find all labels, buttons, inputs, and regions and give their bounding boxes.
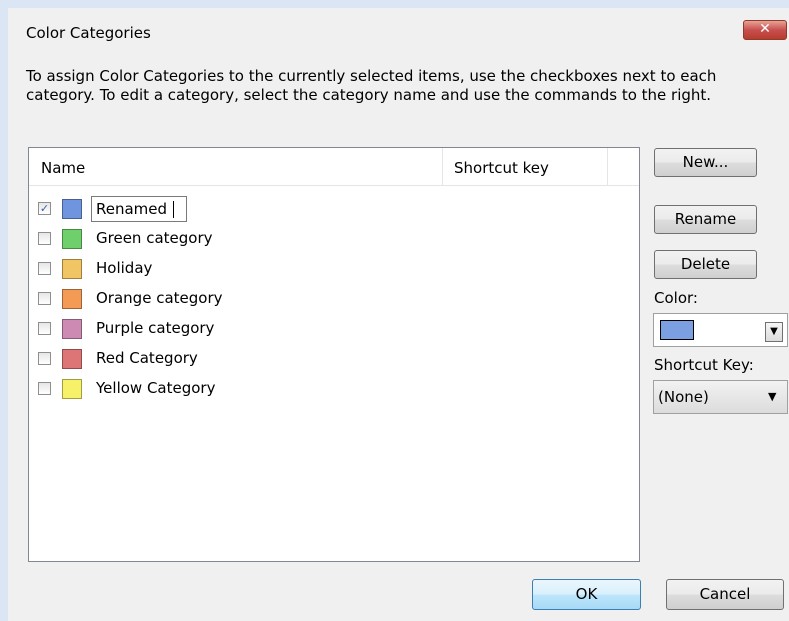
category-name: Orange category (96, 289, 223, 307)
title-bar: Color Categories ✕ (8, 8, 789, 58)
delete-button[interactable]: Delete (654, 250, 757, 279)
list-header: Name Shortcut key (29, 148, 639, 186)
category-row-orange[interactable]: Orange category (29, 284, 639, 314)
shortcut-key-select[interactable]: (None) ▼ (653, 380, 788, 414)
category-row-red[interactable]: Red Category (29, 344, 639, 374)
cancel-button[interactable]: Cancel (666, 579, 784, 610)
category-row-purple[interactable]: Purple category (29, 314, 639, 344)
category-checkbox[interactable] (38, 262, 51, 275)
chevron-down-icon: ▼ (770, 326, 778, 337)
dialog-title: Color Categories (26, 24, 151, 42)
color-swatch (62, 379, 82, 399)
text-caret (173, 201, 174, 218)
shortcut-key-label: Shortcut Key: (654, 356, 754, 374)
category-checkbox[interactable] (38, 322, 51, 335)
color-swatch (62, 349, 82, 369)
rename-input[interactable]: Renamed (91, 196, 187, 222)
color-swatch (62, 319, 82, 339)
color-swatch (62, 199, 82, 219)
selected-color-swatch (660, 320, 694, 340)
color-swatch (62, 289, 82, 309)
color-label: Color: (654, 289, 698, 307)
category-checkbox[interactable] (38, 382, 51, 395)
category-row-yellow[interactable]: Yellow Category (29, 374, 639, 404)
new-button[interactable]: New... (654, 148, 757, 177)
category-checkbox[interactable]: ✓ (38, 202, 51, 215)
color-picker[interactable]: ▼ (653, 313, 788, 347)
column-header-name[interactable]: Name (41, 159, 85, 177)
category-name: Yellow Category (96, 379, 216, 397)
color-dropdown-button[interactable]: ▼ (765, 322, 783, 342)
close-button[interactable]: ✕ (743, 20, 787, 40)
color-swatch (62, 229, 82, 249)
category-row-holiday[interactable]: Holiday (29, 254, 639, 284)
rename-input-value: Renamed (96, 200, 168, 218)
rename-button[interactable]: Rename (654, 205, 757, 234)
category-list[interactable]: Name Shortcut key ✓ Renamed Green catego… (28, 147, 640, 562)
category-name: Red Category (96, 349, 198, 367)
column-header-shortcut[interactable]: Shortcut key (454, 159, 549, 177)
chevron-down-icon: ▼ (768, 390, 777, 403)
category-name: Green category (96, 229, 213, 247)
category-row-renamed[interactable]: ✓ Renamed (29, 194, 639, 224)
column-divider[interactable] (607, 148, 608, 185)
shortcut-key-value: (None) (658, 388, 709, 406)
checkmark-icon: ✓ (39, 202, 50, 215)
category-row-green[interactable]: Green category (29, 224, 639, 254)
color-swatch (62, 259, 82, 279)
column-divider[interactable] (442, 148, 443, 185)
close-icon: ✕ (759, 21, 771, 37)
color-categories-dialog: Color Categories ✕ To assign Color Categ… (8, 8, 789, 621)
category-checkbox[interactable] (38, 352, 51, 365)
category-name: Holiday (96, 259, 153, 277)
dialog-description: To assign Color Categories to the curren… (26, 67, 717, 104)
category-checkbox[interactable] (38, 292, 51, 305)
ok-button[interactable]: OK (532, 579, 641, 610)
category-checkbox[interactable] (38, 232, 51, 245)
category-name: Purple category (96, 319, 215, 337)
